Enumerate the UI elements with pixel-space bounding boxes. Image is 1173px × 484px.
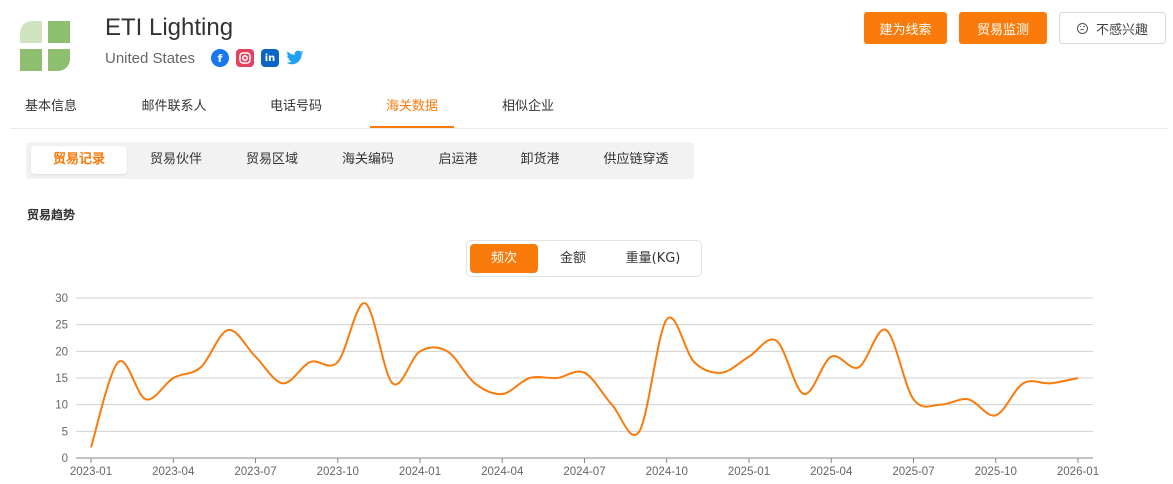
subtab-hs-codes[interactable]: 海关编码: [326, 146, 410, 174]
company-logo: [20, 21, 70, 71]
x-tick-label: 2025-01: [728, 466, 770, 478]
main-tab-bar: 基本信息 邮件联系人 电话号码 海关数据 相似企业: [10, 88, 1168, 129]
twitter-icon[interactable]: [286, 49, 304, 67]
x-tick-label: 2023-07: [234, 466, 276, 478]
metric-weight-button[interactable]: 重量(KG): [609, 244, 697, 273]
company-country: United States: [105, 50, 196, 67]
y-tick-label: 5: [62, 426, 68, 438]
metric-frequency-button[interactable]: 频次: [470, 244, 538, 273]
subtab-trade-partners[interactable]: 贸易伙伴: [134, 146, 218, 174]
create-lead-button[interactable]: 建为线索: [864, 12, 947, 44]
logo-quadrant-light: [20, 21, 42, 43]
section-title: 贸易趋势: [27, 208, 76, 222]
company-name: ETI Lighting: [105, 14, 234, 41]
logo-quadrant-tr: [48, 21, 70, 43]
tab-similar-companies[interactable]: 相似企业: [486, 88, 570, 128]
x-tick-label: 2023-10: [317, 466, 359, 478]
y-tick-label: 30: [55, 293, 68, 305]
x-tick-label: 2024-10: [646, 466, 688, 478]
not-interested-button[interactable]: 不感兴趣: [1059, 12, 1166, 44]
subtab-origin-ports[interactable]: 启运港: [418, 146, 498, 174]
tab-basic-info[interactable]: 基本信息: [10, 88, 92, 128]
not-interested-label: 不感兴趣: [1095, 22, 1148, 38]
x-tick-label: 2024-01: [399, 466, 441, 478]
x-tick-label: 2025-04: [810, 466, 853, 478]
x-tick-label: 2024-07: [563, 466, 605, 478]
trade-trend-chart: 0 5 10 15 20 25 30 2023-01 2023-04 2023-07 2023-10…: [55, 293, 1099, 478]
trade-monitor-button[interactable]: 贸易监测: [959, 12, 1047, 44]
y-tick-label: 10: [55, 400, 68, 412]
facebook-icon[interactable]: f: [211, 49, 229, 67]
y-tick-label: 25: [55, 320, 68, 332]
tab-email-contacts[interactable]: 邮件联系人: [126, 88, 222, 128]
metric-toggle: 频次 金额 重量(KG): [466, 240, 702, 277]
x-tick-label: 2023-04: [152, 466, 195, 478]
y-tick-label: 15: [55, 373, 68, 385]
subtab-destination-ports[interactable]: 卸货港: [500, 146, 580, 174]
sub-tab-bar: 贸易记录 贸易伙伴 贸易区域 海关编码 启运港 卸货港 供应链穿透: [26, 142, 694, 179]
logo-quadrant-br: [48, 49, 70, 71]
tab-phone-numbers[interactable]: 电话号码: [254, 88, 338, 128]
subtab-trade-regions[interactable]: 贸易区域: [230, 146, 314, 174]
x-tick-label: 2026-01: [1057, 466, 1099, 478]
linkedin-icon[interactable]: in: [261, 49, 279, 67]
logo-quadrant-bl: [20, 49, 42, 71]
x-tick-label: 2024-04: [481, 466, 524, 478]
x-tick-label: 2025-10: [975, 466, 1017, 478]
x-tick-label: 2023-01: [70, 466, 112, 478]
metric-amount-button[interactable]: 金额: [541, 244, 605, 273]
instagram-icon[interactable]: [236, 49, 254, 67]
y-tick-label: 20: [55, 346, 68, 358]
frown-icon: [1076, 22, 1088, 34]
tab-customs-data[interactable]: 海关数据: [370, 88, 454, 128]
subtab-trade-records[interactable]: 贸易记录: [31, 146, 127, 174]
y-tick-label: 0: [62, 453, 68, 465]
x-tick-label: 2025-07: [892, 466, 934, 478]
subtab-supply-chain[interactable]: 供应链穿透: [586, 146, 686, 174]
